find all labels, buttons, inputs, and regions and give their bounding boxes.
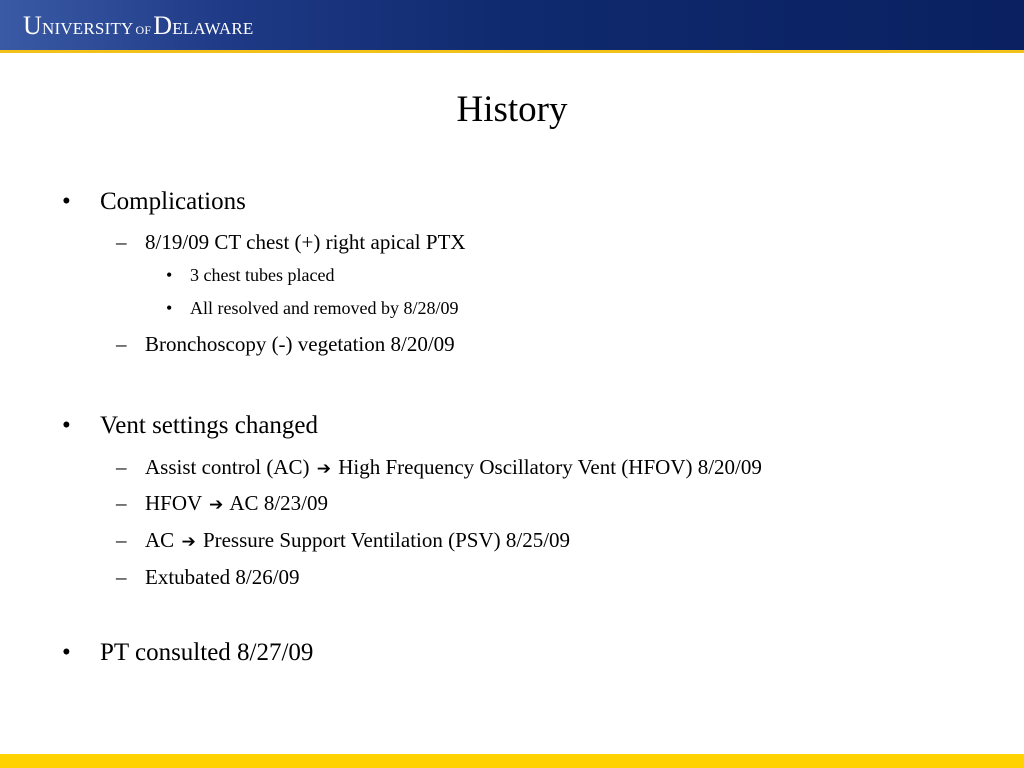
dash-marker: – <box>116 230 127 254</box>
list-item: Assist control (AC) ➔ High Frequency Osc… <box>145 454 762 482</box>
dash-marker: – <box>116 528 127 552</box>
list-item: 3 chest tubes placed <box>190 265 335 285</box>
vent-from: HFOV <box>145 491 202 515</box>
bullet-icon: • <box>62 639 71 666</box>
bullet-icon: • <box>62 188 71 215</box>
arrow-right-icon: ➔ <box>316 459 331 479</box>
footer-bar <box>0 754 1024 768</box>
vent-from: AC <box>145 528 175 552</box>
bullet-icon: • <box>62 412 71 439</box>
list-item: 8/19/09 CT chest (+) right apical PTX <box>145 230 466 254</box>
vent-to: High Frequency Oscillatory Vent (HFOV) 8… <box>338 455 762 479</box>
bullet-icon: • <box>166 298 173 318</box>
vent-to: Pressure Support Ventilation (PSV) 8/25/… <box>202 528 571 552</box>
vent-to: AC 8/23/09 <box>229 491 328 515</box>
vent-from: Assist control (AC) <box>145 455 310 479</box>
section-heading-complications: Complications <box>100 188 246 215</box>
section-heading-pt-consulted: PT consulted 8/27/09 <box>100 639 314 666</box>
arrow-right-icon: ➔ <box>209 495 224 515</box>
dash-marker: – <box>116 332 127 356</box>
list-item: Bronchoscopy (-) vegetation 8/20/09 <box>145 332 455 356</box>
arrow-right-icon: ➔ <box>181 532 196 552</box>
dash-marker: – <box>116 491 127 515</box>
section-heading-vent-settings: Vent settings changed <box>100 412 319 439</box>
list-item: All resolved and removed by 8/28/09 <box>190 298 459 318</box>
dash-marker: – <box>116 565 127 589</box>
list-item: AC ➔ Pressure Support Ventilation (PSV) … <box>145 527 570 555</box>
list-item: Extubated 8/26/09 <box>145 565 300 589</box>
dash-marker: – <box>116 455 127 479</box>
slide-content: • Complications – 8/19/09 CT chest (+) r… <box>0 0 1024 768</box>
bullet-icon: • <box>166 265 173 285</box>
list-item: HFOV ➔ AC 8/23/09 <box>145 490 328 518</box>
